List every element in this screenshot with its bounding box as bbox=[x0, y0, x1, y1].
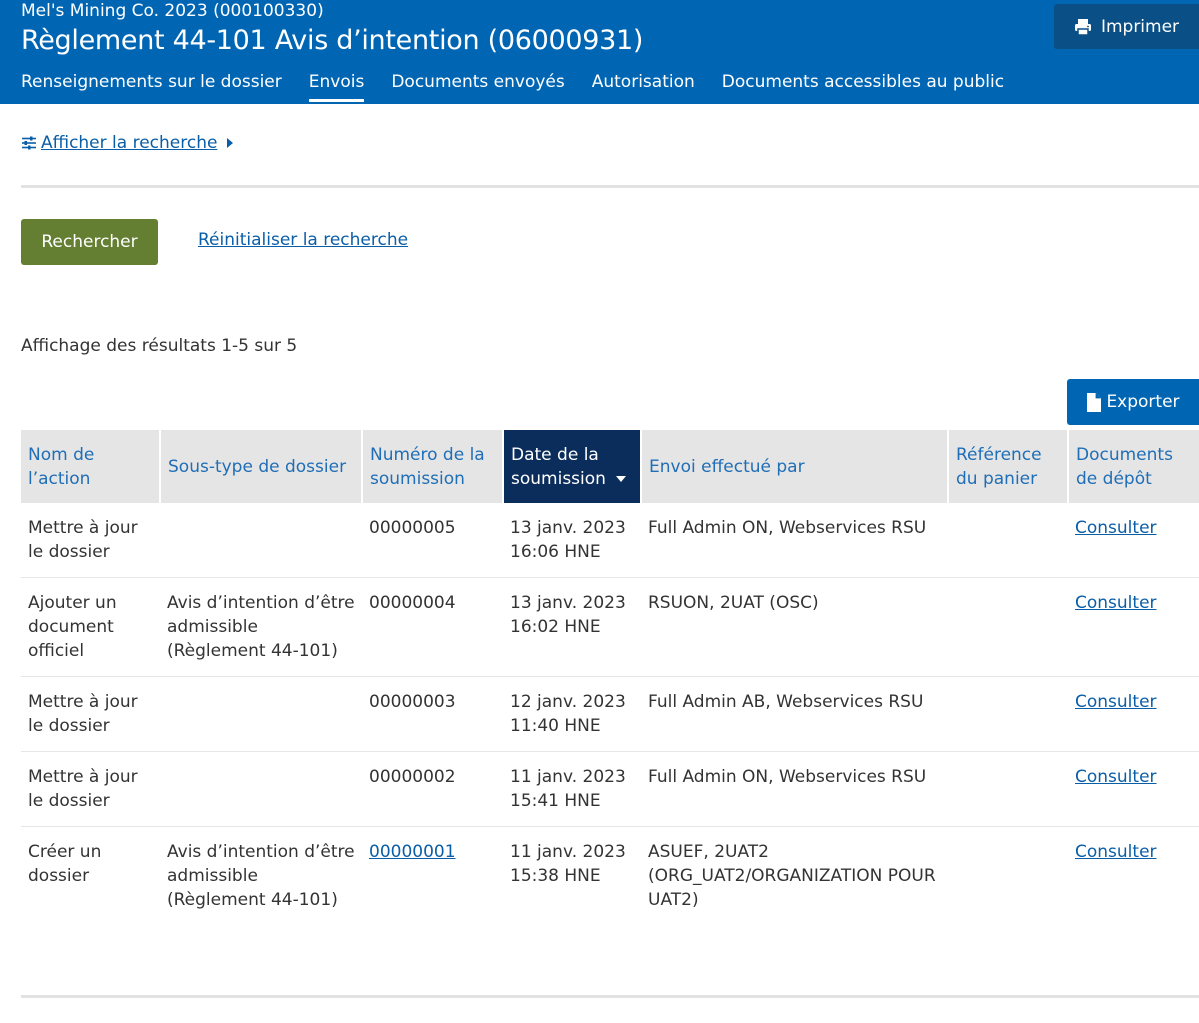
submissions-table: Nom de l’action Sous-type de dossier Num… bbox=[21, 430, 1199, 939]
cell-documents: Consulter bbox=[1068, 503, 1199, 578]
cell-date: 13 janv. 2023 16:02 HNE bbox=[503, 577, 641, 677]
cell-documents: Consulter bbox=[1068, 676, 1199, 752]
caret-right-icon bbox=[227, 138, 234, 148]
cell-date: 12 janv. 2023 11:40 HNE bbox=[503, 676, 641, 752]
cell-cart-ref bbox=[948, 503, 1068, 578]
sliders-icon bbox=[22, 136, 36, 150]
column-header-action[interactable]: Nom de l’action bbox=[21, 430, 161, 503]
main-nav: Renseignements sur le dossier Envois Doc… bbox=[21, 72, 1031, 104]
cell-action: Ajouter un document officiel bbox=[21, 577, 160, 677]
table-header-row: Nom de l’action Sous-type de dossier Num… bbox=[21, 430, 1199, 503]
cell-number: 00000004 bbox=[362, 577, 503, 677]
submission-number-link[interactable]: 00000001 bbox=[369, 842, 456, 862]
cell-number: 00000005 bbox=[362, 503, 503, 578]
file-icon bbox=[1087, 392, 1102, 412]
cell-action: Créer un dossier bbox=[28, 842, 102, 886]
table-row: Ajouter un document officiel Avis d’inte… bbox=[21, 577, 1199, 677]
search-toggle[interactable]: Afficher la recherche bbox=[21, 133, 234, 153]
export-button[interactable]: Exporter bbox=[1067, 379, 1199, 425]
cell-sender: ASUEF, 2UAT2 (ORG_UAT2/ORGANIZATION POUR… bbox=[648, 842, 936, 910]
cell-action: Mettre à jour le dossier bbox=[21, 676, 160, 752]
cell-date: 11 janv. 2023 15:38 HNE bbox=[510, 842, 626, 886]
cell-sender: Full Admin AB, Webservices RSU bbox=[641, 676, 948, 752]
table-row: Mettre à jour le dossier 00000003 12 jan… bbox=[21, 676, 1199, 752]
page-header: Mel's Mining Co. 2023 (000100330) Règlem… bbox=[0, 0, 1199, 104]
cell-documents: Consulter bbox=[1068, 827, 1199, 940]
sort-desc-icon bbox=[615, 475, 626, 482]
column-header-documents[interactable]: Documents de dépôt bbox=[1068, 430, 1199, 503]
column-header-subtype[interactable]: Sous-type de dossier bbox=[160, 430, 363, 503]
view-link[interactable]: Consulter bbox=[1075, 593, 1157, 613]
cell-number: 00000002 bbox=[362, 751, 503, 827]
view-link[interactable]: Consulter bbox=[1075, 518, 1157, 538]
export-label: Exporter bbox=[1106, 392, 1180, 412]
table-row: Mettre à jour le dossier 00000002 11 jan… bbox=[21, 751, 1199, 827]
show-search-link[interactable]: Afficher la recherche bbox=[41, 133, 217, 153]
view-link[interactable]: Consulter bbox=[1075, 842, 1157, 862]
cell-action: Mettre à jour le dossier bbox=[21, 751, 160, 827]
cell-cart-ref bbox=[948, 676, 1068, 752]
results-count: Affichage des résultats 1-5 sur 5 bbox=[21, 336, 298, 356]
column-header-cart-ref[interactable]: Référence du panier bbox=[948, 430, 1069, 503]
divider bbox=[21, 995, 1199, 998]
cell-sender: RSUON, 2UAT (OSC) bbox=[641, 577, 948, 677]
cell-sender: Full Admin ON, Webservices RSU bbox=[641, 503, 948, 578]
cell-date: 13 janv. 2023 16:06 HNE bbox=[503, 503, 641, 578]
tab-autorisation[interactable]: Autorisation bbox=[592, 72, 695, 104]
tab-documents-envoyes[interactable]: Documents envoyés bbox=[391, 72, 564, 104]
print-button[interactable]: Imprimer bbox=[1054, 4, 1199, 49]
view-link[interactable]: Consulter bbox=[1075, 692, 1157, 712]
cell-date: 11 janv. 2023 15:41 HNE bbox=[503, 751, 641, 827]
cell-number: 00000001 bbox=[362, 827, 503, 940]
column-header-sender[interactable]: Envoi effectué par bbox=[641, 430, 949, 503]
cell-documents: Consulter bbox=[1068, 577, 1199, 677]
page-title: Règlement 44-101 Avis d’intention (06000… bbox=[21, 25, 644, 56]
cell-subtype bbox=[160, 503, 362, 578]
table-row: Mettre à jour le dossier 00000005 13 jan… bbox=[21, 503, 1199, 578]
tab-documents-publics[interactable]: Documents accessibles au public bbox=[722, 72, 1004, 104]
view-link[interactable]: Consulter bbox=[1075, 767, 1157, 787]
print-label: Imprimer bbox=[1100, 16, 1180, 37]
column-header-date[interactable]: Date de la soumission bbox=[503, 430, 642, 503]
cell-number: 00000003 bbox=[362, 676, 503, 752]
search-button[interactable]: Rechercher bbox=[21, 219, 158, 265]
cell-documents: Consulter bbox=[1068, 751, 1199, 827]
cell-subtype: Avis d’intention d’être admissible (Règl… bbox=[160, 577, 362, 677]
divider bbox=[21, 185, 1199, 188]
printer-icon bbox=[1074, 18, 1091, 36]
column-header-number[interactable]: Numéro de la soumission bbox=[362, 430, 504, 503]
cell-subtype bbox=[160, 751, 362, 827]
table-row: Créer un dossier Avis d’intention d’être… bbox=[21, 827, 1199, 940]
cell-subtype: Avis d’intention d’être admissible (Règl… bbox=[167, 842, 355, 910]
cell-sender: Full Admin ON, Webservices RSU bbox=[641, 751, 948, 827]
tab-envois[interactable]: Envois bbox=[308, 72, 364, 104]
cell-cart-ref bbox=[948, 577, 1068, 677]
cell-cart-ref bbox=[948, 751, 1068, 827]
cell-action: Mettre à jour le dossier bbox=[21, 503, 160, 578]
company-name: Mel's Mining Co. 2023 (000100330) bbox=[21, 1, 324, 21]
tab-renseignements[interactable]: Renseignements sur le dossier bbox=[21, 72, 282, 104]
cell-subtype bbox=[160, 676, 362, 752]
cell-cart-ref bbox=[948, 827, 1068, 940]
reset-search-link[interactable]: Réinitialiser la recherche bbox=[198, 230, 408, 250]
